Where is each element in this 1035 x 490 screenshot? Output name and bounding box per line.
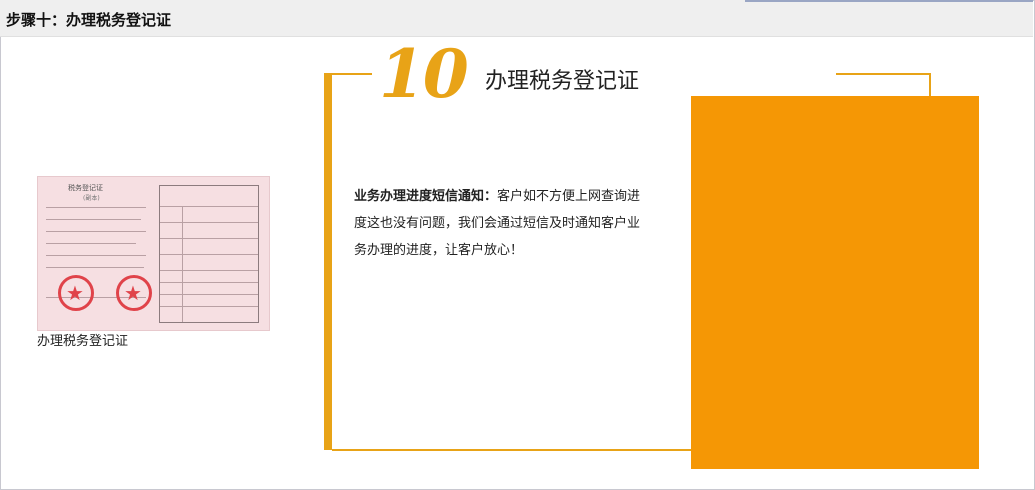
section-description: 业务办理进度短信通知：客户如不方便上网查询进度这也没有问题，我们会通过短信及时通…	[354, 183, 644, 264]
section-frame-bottom-line	[332, 449, 692, 451]
step-title: 步骤十：办理税务登记证	[6, 11, 172, 29]
orange-image-panel	[691, 96, 979, 469]
certificate-doc-title: 税务登记证	[68, 184, 103, 192]
description-lead: 业务办理进度短信通知：	[354, 189, 498, 204]
tax-certificate-image: 税务登记证 (副本) ★ ★	[37, 176, 270, 331]
step-header-bar: 步骤十：办理税务登记证	[0, 0, 1033, 37]
section-title: 办理税务登记证	[485, 69, 640, 94]
section-frame-left-bar	[324, 73, 332, 450]
header-accent-line	[745, 0, 1033, 2]
cert-text-line	[46, 267, 144, 268]
certificate-doc-subtitle: (副本)	[83, 195, 100, 202]
cert-text-line	[46, 219, 141, 220]
certificate-caption: 办理税务登记证	[37, 334, 129, 349]
cert-text-line	[46, 207, 146, 208]
section-frame-top-line-right	[836, 73, 930, 75]
cert-text-line	[46, 243, 136, 244]
section-frame-top-line	[332, 73, 372, 75]
seal-star-icon: ★	[66, 281, 84, 305]
cert-text-line	[46, 231, 146, 232]
certificate-table	[159, 185, 259, 323]
step-number: 10	[379, 35, 469, 113]
cert-text-line	[46, 255, 146, 256]
section-frame-right-tick	[929, 73, 931, 97]
seal-star-icon: ★	[124, 281, 142, 305]
